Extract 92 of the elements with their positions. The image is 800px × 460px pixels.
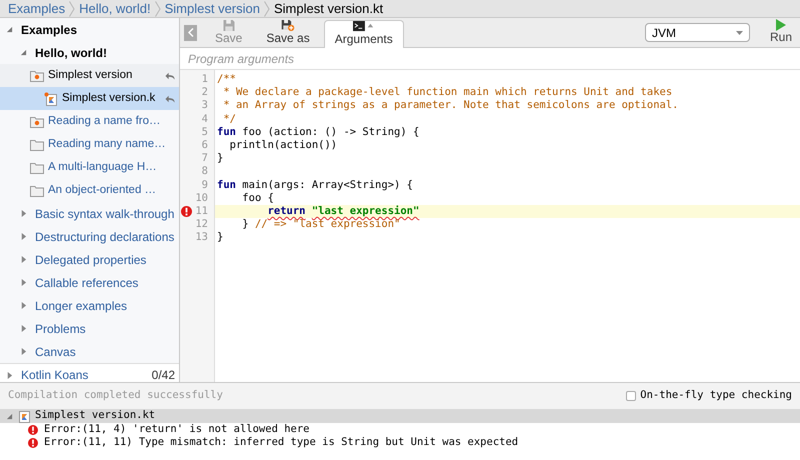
- code-line: }: [216, 152, 224, 166]
- chevron-left-icon: [188, 28, 194, 37]
- collapsed-triangle-icon[interactable]: [20, 302, 27, 309]
- line-number: 4: [202, 112, 208, 126]
- line-number: 8: [202, 165, 208, 179]
- tree-item-label: Examples: [21, 22, 78, 38]
- breadcrumb[interactable]: Simplest version: [164, 0, 260, 18]
- tree-item-label: Delegated properties: [35, 252, 146, 268]
- error-message[interactable]: Error:(11, 11) Type mismatch: inferred type is String but Unit was expected: [44, 435, 518, 452]
- tree-item-label: Kotlin Koans: [21, 367, 88, 382]
- tree-item-label: Simplest version: [48, 68, 132, 83]
- collapsed-triangle-icon[interactable]: [20, 233, 27, 240]
- breadcrumb: Simplest version.kt: [274, 0, 384, 18]
- line-number: 1: [202, 73, 208, 86]
- revert-icon[interactable]: [165, 70, 176, 80]
- collapsed-triangle-icon[interactable]: [20, 348, 27, 355]
- tree-item-label: An object-oriented …: [48, 182, 156, 198]
- play-icon: [776, 19, 786, 31]
- tree-item-label: Problems: [35, 320, 86, 338]
- code-line: /**: [216, 73, 237, 86]
- error-icon: [28, 424, 38, 435]
- problems-file-name: Simplest version.kt: [35, 408, 156, 424]
- tree-item[interactable]: Delegated properties: [0, 248, 179, 271]
- code-line: foo {: [241, 192, 275, 205]
- platform-select[interactable]: JVM: [644, 23, 750, 42]
- terminal-caret-icon: [352, 21, 376, 32]
- code-line: * an Array of strings as a parameter. Note that semicolons are optional.: [222, 99, 680, 113]
- tree-item[interactable]: Hello, world!: [0, 41, 179, 64]
- expanded-triangle-icon[interactable]: [6, 26, 13, 33]
- tree-item-label: Reading a name fro…: [48, 114, 161, 129]
- collapsed-triangle-icon[interactable]: [20, 325, 27, 332]
- code-line: * We declare a package-level function main which returns Unit and takes: [222, 86, 674, 100]
- toolbar-button[interactable]: Save as: [256, 20, 320, 47]
- code-line: fun foo (action: () -> String) {: [216, 126, 420, 139]
- tree-item-label: Callable references: [35, 274, 138, 292]
- tree-item[interactable]: Canvas: [0, 340, 179, 363]
- tree-item[interactable]: Simplest version: [0, 64, 179, 87]
- status-message: Compilation completed successfully: [8, 388, 223, 404]
- code-line: fun main(args: Array<String>) {: [216, 178, 414, 192]
- line-number: 7: [202, 152, 208, 166]
- chevron-separator-icon: [69, 0, 76, 16]
- tree-item[interactable]: Problems: [0, 317, 179, 340]
- line-number: 12: [195, 218, 208, 232]
- line-number: 10: [195, 192, 208, 205]
- tree-item[interactable]: Simplest version.k: [0, 87, 179, 110]
- breadcrumb[interactable]: Examples: [8, 0, 66, 18]
- expanded-triangle-icon[interactable]: [6, 412, 13, 420]
- line-number: 3: [202, 99, 208, 113]
- tree-item-label: Longer examples: [35, 298, 128, 314]
- tree-item[interactable]: Callable references: [0, 271, 179, 294]
- breadcrumb[interactable]: Hello, world!: [79, 0, 151, 18]
- code-line: */: [222, 112, 237, 126]
- code-line: } // => "last expression": [241, 218, 402, 232]
- code-line: println(action()): [228, 138, 338, 152]
- tree-item[interactable]: Destructuring declarations: [0, 225, 179, 248]
- tree-item-label: Hello, world!: [35, 44, 107, 62]
- line-number: 6: [202, 138, 208, 152]
- run-button[interactable]: Run: [770, 19, 792, 47]
- progress-count: 0/42: [152, 367, 175, 382]
- collapse-sidebar-button[interactable]: [184, 24, 197, 40]
- type-checking-checkbox[interactable]: [626, 391, 636, 401]
- tree-item-label: Basic syntax walk-through: [35, 206, 174, 222]
- line-number: 5: [202, 126, 208, 139]
- tree-item-label: Canvas: [35, 344, 76, 360]
- tree-item-label: A multi-language H…: [48, 160, 157, 175]
- collapsed-triangle-icon[interactable]: [20, 256, 27, 263]
- line-number: 2: [202, 86, 208, 100]
- expanded-triangle-icon[interactable]: [20, 49, 27, 56]
- line-number: 13: [195, 231, 208, 244]
- line-number: 11: [195, 204, 208, 218]
- collapsed-triangle-icon[interactable]: [6, 372, 13, 378]
- chevron-separator-icon: [154, 0, 161, 16]
- tree-item[interactable]: Examples: [0, 18, 179, 41]
- arguments-tab[interactable]: Arguments: [324, 20, 404, 48]
- collapsed-triangle-icon[interactable]: [20, 210, 27, 217]
- error-icon: [28, 438, 38, 448]
- error-message[interactable]: Error:(11, 4) 'return' is not allowed here: [44, 422, 310, 438]
- tree-item-label: Simplest version.k: [62, 90, 156, 106]
- chevron-separator-icon: [264, 0, 270, 16]
- line-number: 9: [202, 178, 208, 192]
- dropdown-caret-icon: [736, 30, 743, 34]
- code-editor[interactable]: [180, 70, 800, 382]
- revert-icon[interactable]: [165, 94, 176, 104]
- tree-item-label: Destructuring declarations: [35, 228, 174, 246]
- tree-item[interactable]: Kotlin Koans 0/42: [0, 363, 179, 382]
- problems-file-row[interactable]: Simplest version.kt: [0, 409, 800, 423]
- tree-item-label: Reading many name…: [48, 136, 166, 152]
- type-checking-label: On-the-fly type checking: [640, 388, 792, 404]
- tree-item[interactable]: Basic syntax walk-through: [0, 202, 179, 225]
- tree-item[interactable]: Longer examples: [0, 294, 179, 317]
- collapsed-triangle-icon[interactable]: [20, 279, 27, 286]
- code-line: }: [216, 231, 224, 244]
